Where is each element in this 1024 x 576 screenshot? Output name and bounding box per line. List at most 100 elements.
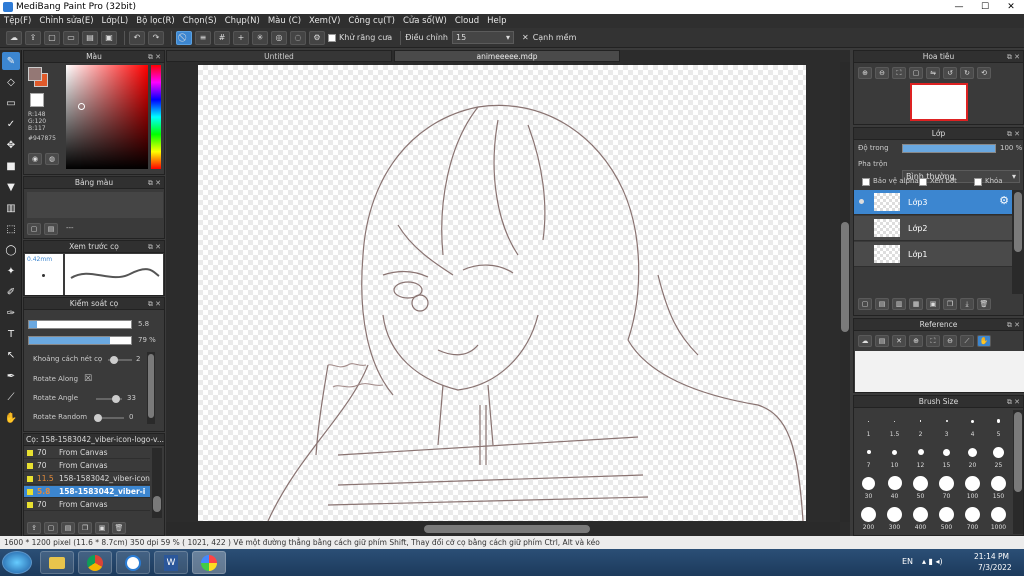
snap-off-icon[interactable]: ⃠ bbox=[176, 30, 192, 45]
bucket-tool-icon[interactable]: ▼ bbox=[2, 178, 20, 196]
panel-options-icon[interactable]: ⧉ ✕ bbox=[1007, 51, 1020, 63]
navigator-thumbnail[interactable] bbox=[910, 83, 968, 121]
clock-date[interactable]: 7/3/2022 bbox=[978, 563, 1012, 572]
reference-hand-icon[interactable]: ✋ bbox=[977, 335, 991, 347]
brush-size-option[interactable]: 3 bbox=[934, 412, 959, 438]
flip-icon[interactable]: ⇋ bbox=[926, 67, 940, 79]
layer-item-lop2[interactable]: Lớp2 bbox=[854, 216, 1012, 241]
brush-list-item[interactable]: 70 From Canvas bbox=[24, 499, 150, 511]
brush-size-option[interactable]: 1 bbox=[856, 412, 881, 438]
maximize-button[interactable]: ☐ bbox=[972, 0, 998, 14]
brush-size-option[interactable]: 25 bbox=[986, 443, 1011, 469]
rotate-along-checkbox[interactable]: ☒ bbox=[84, 374, 92, 384]
start-button-icon[interactable] bbox=[2, 551, 32, 574]
layer-opacity-slider[interactable] bbox=[902, 144, 996, 153]
select-eraser-tool-icon[interactable]: ✑ bbox=[2, 304, 20, 322]
drawing-canvas[interactable] bbox=[198, 65, 806, 521]
snap-settings-icon[interactable]: ⚙ bbox=[309, 30, 325, 45]
new-folder-icon[interactable]: ▣ bbox=[926, 298, 940, 310]
reference-open-icon[interactable]: ▤ bbox=[875, 335, 889, 347]
select-pen-tool-icon[interactable]: ✐ bbox=[2, 283, 20, 301]
panel-options-icon[interactable]: ⧉ ✕ bbox=[148, 241, 161, 253]
menu-file[interactable]: Tệp(F) bbox=[4, 16, 31, 26]
snap-cross-icon[interactable]: + bbox=[233, 30, 249, 45]
brush-size-option[interactable]: 150 bbox=[986, 474, 1011, 500]
move-tool-icon[interactable]: ✥ bbox=[2, 136, 20, 154]
layer-settings-gear-icon[interactable]: ⚙ bbox=[999, 194, 1009, 207]
new-file-icon[interactable]: ▢ bbox=[44, 30, 60, 45]
eraser-tool-icon[interactable]: ◇ bbox=[2, 73, 20, 91]
menu-select[interactable]: Chọn(S) bbox=[183, 16, 217, 26]
brush-size-option[interactable]: 15 bbox=[934, 443, 959, 469]
select-tool-icon[interactable]: ⬚ bbox=[2, 220, 20, 238]
antialias-checkbox[interactable] bbox=[328, 33, 336, 42]
cloud-icon[interactable]: ☁ bbox=[6, 30, 22, 45]
eyedropper-tool-icon[interactable]: ⟋ bbox=[2, 388, 20, 406]
menu-window[interactable]: Cửa sổ(W) bbox=[403, 16, 447, 26]
panel-options-icon[interactable]: ⧉ ✕ bbox=[1007, 128, 1020, 140]
tab-animeeeee[interactable]: animeeeee.mdp bbox=[394, 50, 620, 62]
clip-checkbox[interactable] bbox=[919, 178, 927, 186]
save-icon[interactable]: ▣ bbox=[101, 30, 117, 45]
brush-size-option[interactable]: 700 bbox=[960, 505, 985, 531]
menu-tools[interactable]: Công cụ(T) bbox=[348, 16, 395, 26]
brush-size-option[interactable]: 1.5 bbox=[882, 412, 907, 438]
brush-size-option[interactable]: 40 bbox=[882, 474, 907, 500]
reference-zoom-in-icon[interactable]: ⊕ bbox=[909, 335, 923, 347]
rect-tool-icon[interactable]: ▭ bbox=[2, 94, 20, 112]
layer-item-lop1[interactable]: Lớp1 bbox=[854, 242, 1012, 267]
snap-circle-icon[interactable]: ◎ bbox=[271, 30, 287, 45]
panel-options-icon[interactable]: ⧉ ✕ bbox=[1007, 319, 1020, 331]
new-1bit-layer-icon[interactable]: ▦ bbox=[909, 298, 923, 310]
close-button[interactable]: ✕ bbox=[998, 0, 1024, 14]
text-tool-icon[interactable]: T bbox=[2, 325, 20, 343]
spacing-slider[interactable] bbox=[108, 356, 132, 364]
lock-checkbox[interactable] bbox=[974, 178, 982, 186]
panel-options-icon[interactable]: ⧉ ✕ bbox=[148, 51, 161, 63]
protect-alpha-checkbox[interactable] bbox=[862, 178, 870, 186]
fill-rect-tool-icon[interactable]: ■ bbox=[2, 157, 20, 175]
tab-untitled[interactable]: Untitled bbox=[166, 50, 392, 62]
brush-edit-icon[interactable]: ▤ bbox=[61, 522, 75, 534]
canvas-horizontal-scrollbar[interactable] bbox=[166, 522, 840, 536]
menu-layer[interactable]: Lớp(L) bbox=[102, 16, 129, 26]
brush-size-option[interactable]: 12 bbox=[908, 443, 933, 469]
reference-eyedropper-icon[interactable]: ⟋ bbox=[960, 335, 974, 347]
menu-cloud[interactable]: Cloud bbox=[455, 16, 479, 26]
brush-size-option[interactable]: 500 bbox=[934, 505, 959, 531]
explorer-icon[interactable] bbox=[40, 551, 74, 574]
language-indicator[interactable]: EN bbox=[902, 557, 913, 566]
operation-tool-icon[interactable]: ↖ bbox=[2, 346, 20, 364]
clock-time[interactable]: 21:14 PM bbox=[974, 552, 1009, 561]
tray-icons[interactable]: ▴ ▮ ◂) bbox=[922, 557, 943, 566]
brush-size-option[interactable]: 100 bbox=[960, 474, 985, 500]
snap-radial-icon[interactable]: ✳ bbox=[252, 30, 268, 45]
brush-tool-icon[interactable]: ✎ bbox=[2, 52, 20, 70]
actual-size-icon[interactable]: ▢ bbox=[909, 67, 923, 79]
snap-parallel-icon[interactable]: ≡ bbox=[195, 30, 211, 45]
reset-icon[interactable]: ⟲ bbox=[977, 67, 991, 79]
palette-folder-icon[interactable]: ▤ bbox=[44, 223, 58, 235]
brush-size-option[interactable]: 10 bbox=[882, 443, 907, 469]
zoom-in-icon[interactable]: ⊕ bbox=[858, 67, 872, 79]
upload-icon[interactable]: ⇪ bbox=[25, 30, 41, 45]
brush-delete-icon[interactable]: 🗑 bbox=[112, 522, 126, 534]
panel-options-icon[interactable]: ⧉ ✕ bbox=[1007, 396, 1020, 408]
hue-slider[interactable] bbox=[151, 65, 161, 169]
transparent-color-swatch[interactable] bbox=[30, 93, 44, 107]
redo-icon[interactable]: ↷ bbox=[148, 30, 164, 45]
brush-add-icon[interactable]: ▢ bbox=[44, 522, 58, 534]
layer-list-scrollbar[interactable] bbox=[1012, 190, 1024, 294]
magic-wand-tool-icon[interactable]: ✦ bbox=[2, 262, 20, 280]
delete-layer-icon[interactable]: 🗑 bbox=[977, 298, 991, 310]
brush-folder-icon[interactable]: ▣ bbox=[95, 522, 109, 534]
brush-size-option[interactable]: 50 bbox=[908, 474, 933, 500]
divide-tool-icon[interactable]: ✒ bbox=[2, 367, 20, 385]
chrome-icon[interactable] bbox=[78, 551, 112, 574]
soft-edge-toggle[interactable]: ✕ bbox=[522, 33, 529, 42]
brush-list-scrollbar[interactable] bbox=[152, 448, 162, 518]
new-8bit-layer-icon[interactable]: ▥ bbox=[892, 298, 906, 310]
hand-tool-icon[interactable]: ✋ bbox=[2, 409, 20, 427]
check-tool-icon[interactable]: ✓ bbox=[2, 115, 20, 133]
brush-size-option[interactable]: 400 bbox=[908, 505, 933, 531]
